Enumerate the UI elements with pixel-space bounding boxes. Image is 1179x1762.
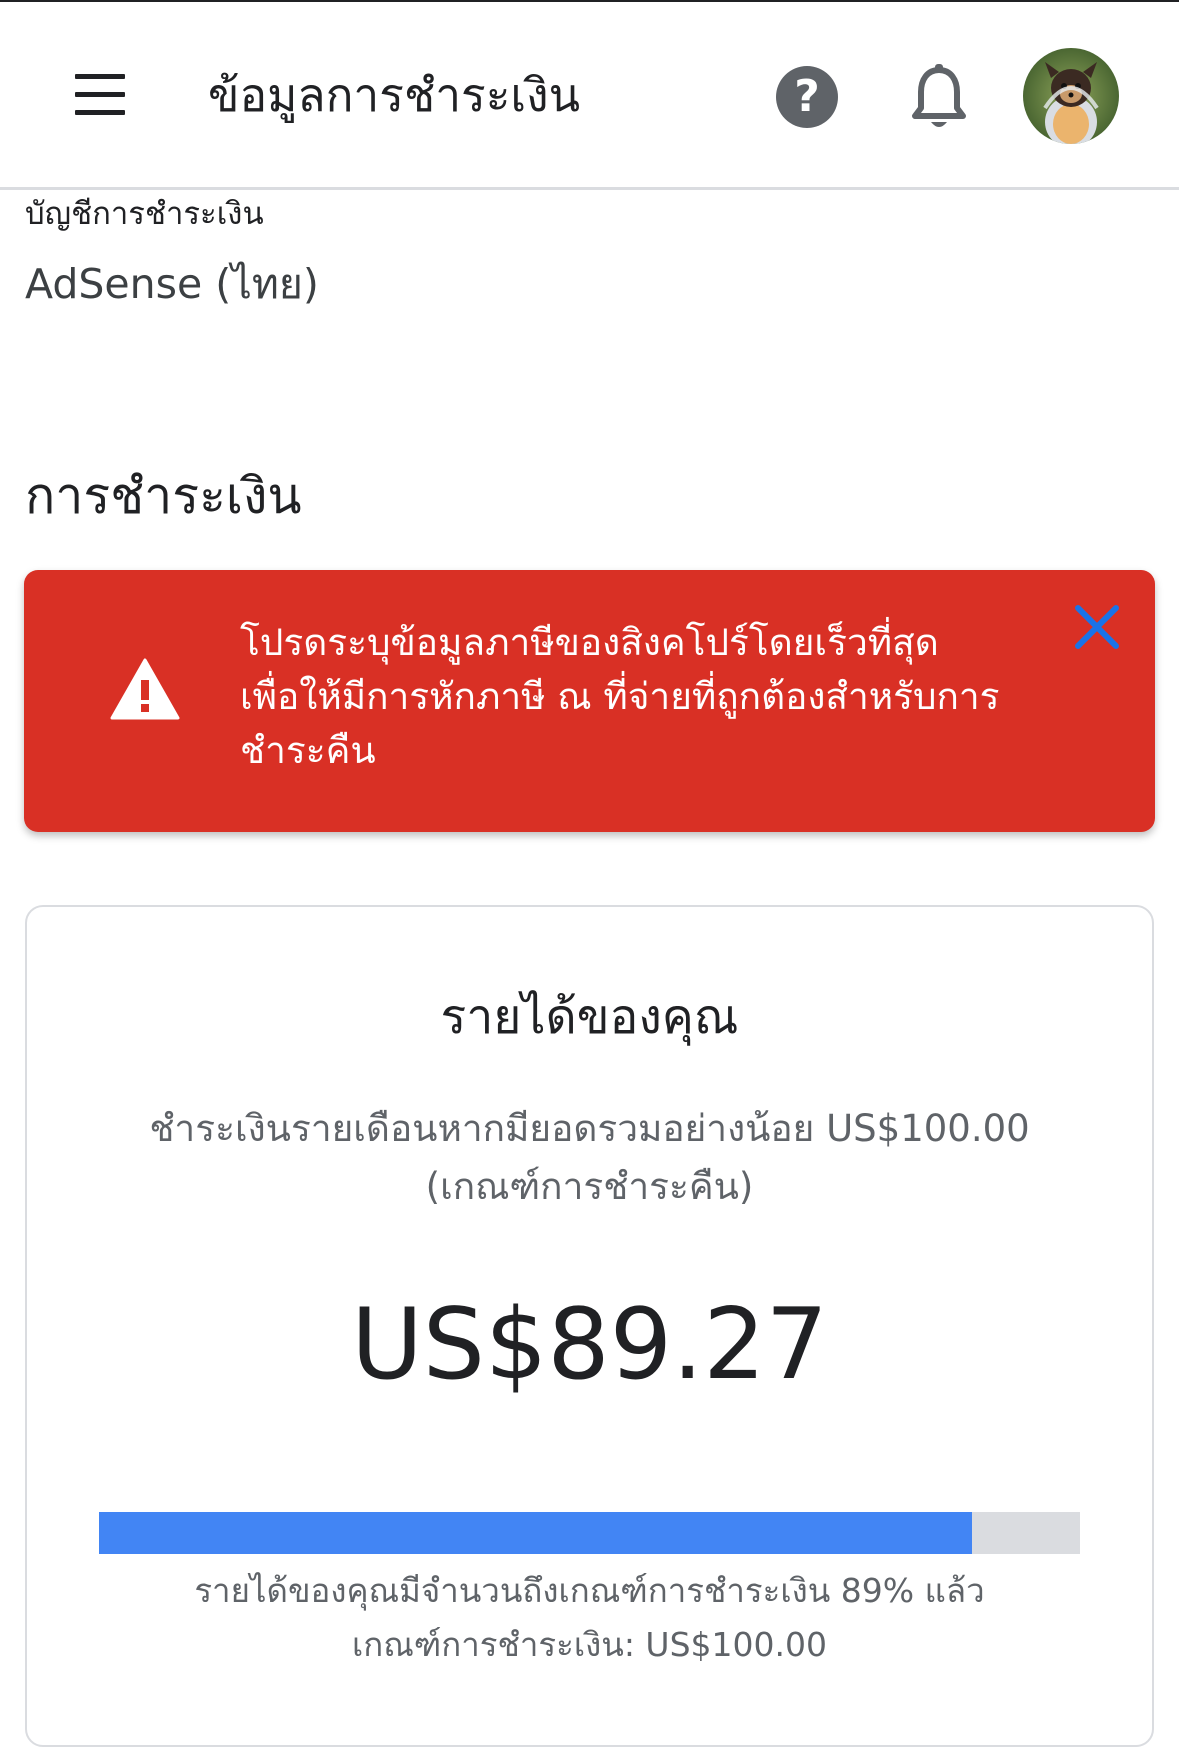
page-title: ข้อมูลการชำระเงิน (208, 68, 581, 122)
tax-info-alert: โปรดระบุข้อมูลภาษีของสิงคโปร์โดยเร็วที่ส… (24, 570, 1155, 832)
hamburger-menu-icon[interactable] (72, 74, 128, 120)
description-line-2: (เกณฑ์การชำระคืน) (425, 1165, 754, 1208)
earnings-amount: US$89.27 (351, 1288, 828, 1402)
billing-account-name: AdSense (ไทย) (25, 260, 319, 308)
progress-fill (99, 1512, 973, 1554)
warning-icon (110, 658, 180, 720)
alert-message: โปรดระบุข้อมูลภาษีของสิงคโปร์โดยเร็วที่ส… (240, 621, 1000, 772)
progress-text: รายได้ของคุณมีจำนวนถึงเกณฑ์การชำระเงิน 8… (194, 1571, 985, 1610)
top-app-bar: ข้อมูลการชำระเงิน ? (0, 0, 1179, 190)
billing-account-label: บัญชีการชำระเงิน (25, 196, 264, 232)
earnings-title: รายได้ของคุณ (440, 989, 739, 1045)
avatar[interactable] (1023, 48, 1119, 144)
threshold-text: เกณฑ์การชำระเงิน: US$100.00 (351, 1625, 827, 1664)
description-line-1: ชำระเงินรายเดือนหากมียอดรวมอย่างน้อย US$… (149, 1107, 1030, 1150)
close-icon[interactable] (1072, 602, 1122, 652)
payment-threshold-description: ชำระเงินรายเดือนหากมียอดรวมอย่างน้อย US$… (80, 1100, 1099, 1216)
progress-caption: รายได้ของคุณมีจำนวนถึงเกณฑ์การชำระเงิน 8… (80, 1564, 1099, 1672)
help-icon[interactable]: ? (776, 66, 838, 128)
bell-icon[interactable] (909, 62, 969, 132)
threshold-progress-bar (99, 1512, 1080, 1554)
payments-section-title: การชำระเงิน (25, 467, 302, 525)
